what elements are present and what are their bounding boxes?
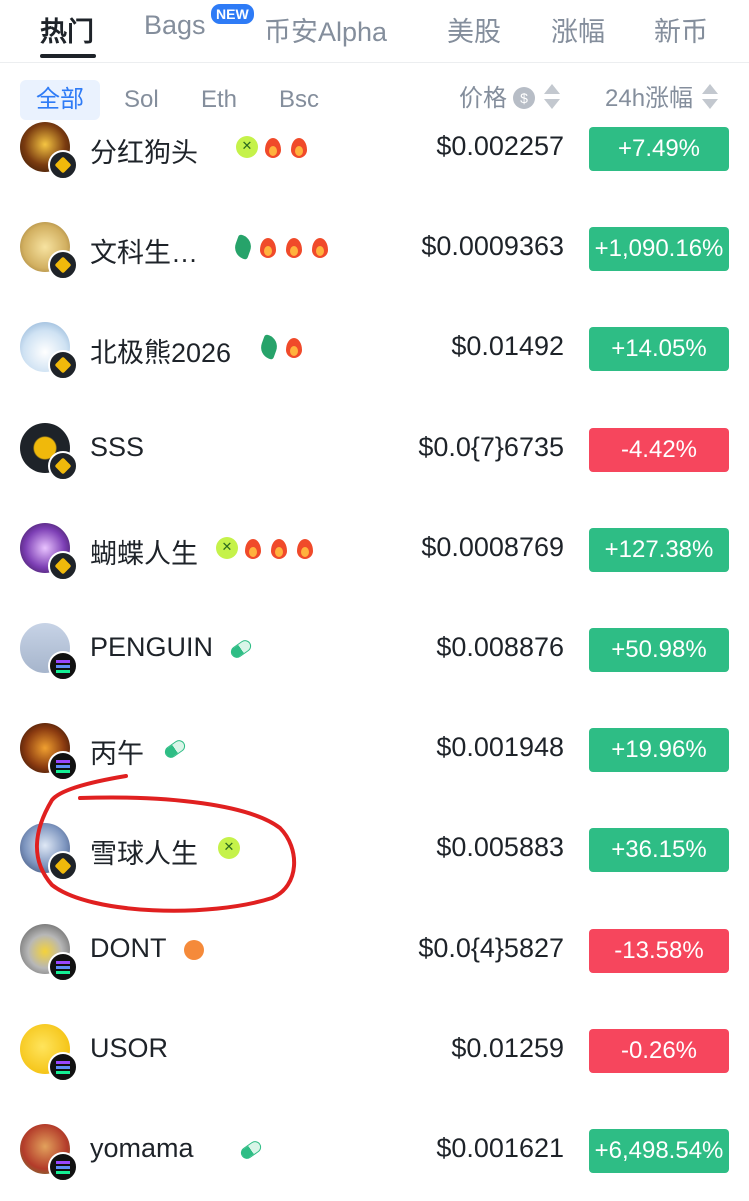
change-badge[interactable]: +7.49% xyxy=(589,127,729,171)
change-badge[interactable]: +1,090.16% xyxy=(589,227,729,272)
active-tab-indicator xyxy=(40,54,96,58)
fire-icon xyxy=(257,236,279,260)
token-name: USOR xyxy=(90,1032,169,1063)
token-name: PENGUIN xyxy=(90,632,214,662)
solana-chain-icon xyxy=(48,1051,78,1082)
token-tags xyxy=(218,837,244,863)
solana-chain-icon xyxy=(48,951,78,982)
token-price: $0.01259 xyxy=(451,1032,564,1063)
tab-binance-alpha[interactable]: 币安Alpha xyxy=(264,10,387,49)
token-row[interactable]: 北极熊2026 $0.01492 +14.05% xyxy=(0,299,749,399)
pill-icon xyxy=(228,637,254,661)
token-name: yomama xyxy=(90,1133,194,1163)
token-tags xyxy=(228,637,256,663)
change-badge[interactable]: +50.98% xyxy=(589,628,729,672)
tab-bags[interactable]: Bags xyxy=(144,10,206,41)
token-row[interactable]: 蝴蝶人生 $0.0008769 +127.38% xyxy=(0,500,749,600)
token-name: 丙午 xyxy=(90,739,144,770)
fire-icon xyxy=(262,136,284,160)
token-price: $0.0009363 xyxy=(421,231,564,262)
token-row[interactable]: 丙午 $0.001948 +19.96% xyxy=(0,700,749,800)
token-price: $0.001621 xyxy=(436,1133,564,1163)
token-price: $0.0{4}5827 xyxy=(418,932,564,963)
token-price: $0.001948 xyxy=(436,732,564,763)
token-name: DONT xyxy=(90,932,167,963)
token-row[interactable]: PENGUIN $0.008876 +50.98% xyxy=(0,600,749,700)
token-tags xyxy=(236,136,314,162)
fire-icon xyxy=(242,537,264,561)
tab-new-coins[interactable]: 新币 xyxy=(654,10,708,49)
fire-icon xyxy=(309,236,331,260)
change-badge[interactable]: +36.15% xyxy=(589,828,729,873)
token-tags xyxy=(216,536,320,563)
fire-icon xyxy=(294,537,316,561)
change-badge[interactable]: +19.96% xyxy=(589,728,729,773)
token-tags xyxy=(184,938,208,964)
top-tab-bar: 热门 Bags NEW 币安Alpha 美股 涨幅 新币 xyxy=(0,0,749,63)
change-badge[interactable]: -0.26% xyxy=(589,1028,729,1073)
token-row[interactable]: 文科生… $0.0009363 +1,090.16% xyxy=(0,199,749,299)
solana-chain-icon xyxy=(48,651,78,681)
token-row[interactable]: yomama $0.001621 +6,498.54% xyxy=(0,1101,749,1201)
new-badge: NEW xyxy=(211,4,254,24)
bnb-chain-icon xyxy=(48,851,78,882)
bnb-chain-icon xyxy=(48,150,78,180)
x-icon xyxy=(218,837,240,860)
token-tags xyxy=(231,234,335,262)
fire-icon xyxy=(268,537,290,561)
token-name: SSS xyxy=(90,431,145,462)
fire-icon xyxy=(288,136,310,160)
token-name: 分红狗头 xyxy=(90,138,198,168)
token-price: $0.0008769 xyxy=(421,531,564,562)
dog-icon xyxy=(184,939,204,960)
tab-gainers[interactable]: 涨幅 xyxy=(551,10,605,49)
change-badge[interactable]: +14.05% xyxy=(589,327,729,372)
token-price: $0.0{7}6735 xyxy=(418,431,564,462)
bnb-chain-icon xyxy=(48,450,78,481)
tab-us-stocks[interactable]: 美股 xyxy=(447,10,501,49)
token-name: 雪球人生 xyxy=(90,839,198,870)
solana-chain-icon xyxy=(48,751,78,782)
token-price: $0.002257 xyxy=(436,131,564,161)
token-price: $0.008876 xyxy=(436,632,564,662)
leaf-icon xyxy=(257,334,281,361)
bnb-chain-icon xyxy=(48,350,78,381)
token-tags xyxy=(238,1138,266,1164)
token-name: 文科生… xyxy=(90,238,198,269)
token-name: 北极熊2026 xyxy=(90,338,232,369)
change-badge[interactable]: +6,498.54% xyxy=(589,1129,729,1173)
token-tags xyxy=(162,737,190,763)
x-icon xyxy=(216,536,238,559)
pill-icon xyxy=(238,1138,264,1162)
change-badge[interactable]: +127.38% xyxy=(589,527,729,572)
fire-icon xyxy=(283,236,305,260)
token-row[interactable]: USOR $0.01259 -0.26% xyxy=(0,1001,749,1101)
change-badge[interactable]: -13.58% xyxy=(589,928,729,973)
token-name: 蝴蝶人生 xyxy=(90,538,198,569)
token-tags xyxy=(257,334,309,362)
token-row[interactable]: DONT $0.0{4}5827 -13.58% xyxy=(0,901,749,1001)
change-badge[interactable]: -4.42% xyxy=(589,427,729,472)
fire-icon xyxy=(283,336,305,360)
token-row[interactable]: 雪球人生 $0.005883 +36.15% xyxy=(0,800,749,900)
leaf-icon xyxy=(231,234,255,261)
pill-icon xyxy=(162,737,188,761)
solana-chain-icon xyxy=(48,1152,78,1182)
x-icon xyxy=(236,136,258,158)
token-row[interactable]: 分红狗头 $0.002257 +7.49% xyxy=(0,99,749,199)
token-price: $0.01492 xyxy=(451,331,564,362)
tab-hot[interactable]: 热门 xyxy=(40,10,94,49)
token-row[interactable]: SSS $0.0{7}6735 -4.42% xyxy=(0,400,749,500)
bnb-chain-icon xyxy=(48,250,78,281)
bnb-chain-icon xyxy=(48,550,78,581)
token-price: $0.005883 xyxy=(436,832,564,863)
